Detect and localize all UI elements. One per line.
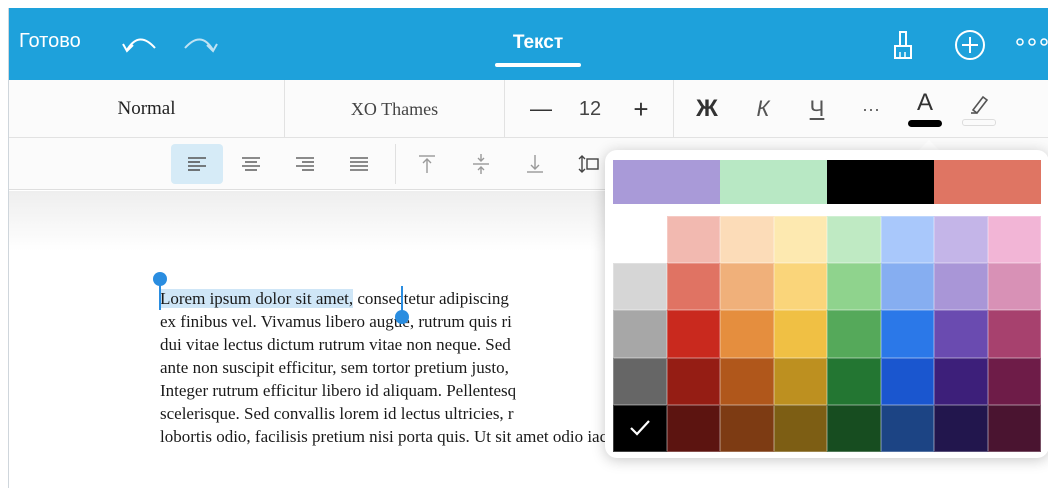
text-line-1: consectetur adipiscing [353,289,509,308]
text-line-2: ex finibus vel. Vivamus libero augue, ru… [160,312,512,331]
color-swatch[interactable] [987,263,1041,311]
tab-underline [495,63,581,67]
color-swatch[interactable] [987,357,1041,405]
font-size-increase-button[interactable]: + [619,80,663,138]
color-swatch[interactable] [720,357,774,405]
color-swatch[interactable] [880,310,934,358]
color-swatch[interactable] [613,216,667,264]
checkmark-icon [614,406,666,451]
color-swatch[interactable] [827,216,881,264]
bold-button[interactable]: Ж [681,80,733,138]
color-swatch[interactable] [934,310,988,358]
font-color-swatch [908,119,942,127]
color-swatch[interactable] [773,404,827,452]
recent-color-swatch[interactable] [720,160,827,204]
text-line-5: Integer rutrum efficitur libero id aliqu… [160,381,517,400]
paragraph-style-select[interactable]: Normal [9,80,285,138]
selection-end-handle[interactable] [395,310,409,324]
color-swatch[interactable] [720,310,774,358]
highlight-swatch [962,118,996,126]
color-swatch[interactable] [773,263,827,311]
font-family-select[interactable]: XO Thames [285,80,505,138]
color-swatch[interactable] [773,216,827,264]
recent-colors-row [613,160,1041,204]
color-swatch[interactable] [720,216,774,264]
color-swatch[interactable] [613,263,667,311]
color-swatch[interactable] [987,404,1041,452]
color-swatch[interactable] [613,404,667,452]
highlighter-icon[interactable] [953,80,1005,138]
app-window: Готово Текст Normal XO Thames — 12 + Ж К… [8,8,1048,488]
format-toolbar-primary: Normal XO Thames — 12 + Ж К Ч ··· A [9,80,1048,138]
color-swatch[interactable] [880,216,934,264]
color-swatch[interactable] [934,404,988,452]
color-swatch[interactable] [773,310,827,358]
italic-button[interactable]: К [737,80,789,138]
brush-icon[interactable] [891,30,915,62]
color-swatch[interactable] [880,357,934,405]
color-swatch[interactable] [613,357,667,405]
color-swatch[interactable] [666,404,720,452]
color-swatch[interactable] [666,310,720,358]
color-swatch[interactable] [827,310,881,358]
color-swatch[interactable] [934,357,988,405]
tab-text[interactable]: Текст [493,32,583,54]
font-size-value[interactable]: 12 [565,80,615,138]
font-color-label: A [916,88,933,116]
color-swatch[interactable] [773,357,827,405]
valign-bottom-icon[interactable] [509,144,561,184]
align-left-icon[interactable] [171,144,223,184]
font-color-popover [605,150,1048,458]
more-formatting-button[interactable]: ··· [845,80,897,138]
valign-top-icon[interactable] [401,144,453,184]
color-swatch[interactable] [934,263,988,311]
align-justify-icon[interactable] [333,144,385,184]
color-swatch[interactable] [934,216,988,264]
font-size-decrease-button[interactable]: — [519,80,563,138]
color-swatch[interactable] [666,357,720,405]
plus-circle-icon[interactable] [953,28,987,62]
text-line-3: dui vitae lectus dictum rutrum vitae non… [160,335,511,354]
underline-button[interactable]: Ч [791,80,843,138]
text-line-6: scelerisque. Sed convallis lorem id lect… [160,404,514,423]
color-grid [613,216,1041,452]
color-swatch[interactable] [666,216,720,264]
recent-color-swatch[interactable] [613,160,720,204]
align-right-icon[interactable] [279,144,331,184]
divider [673,80,674,138]
color-swatch[interactable] [987,310,1041,358]
recent-color-swatch[interactable] [934,160,1041,204]
selection-start-handle[interactable] [153,272,167,286]
color-swatch[interactable] [827,357,881,405]
top-bar: Готово Текст [9,8,1048,80]
undo-icon[interactable] [121,30,161,58]
text-line-4: ante non suscipit efficitur, sem tortor … [160,358,509,377]
color-swatch[interactable] [720,404,774,452]
color-swatch[interactable] [666,263,720,311]
more-dots-icon[interactable] [1015,34,1048,50]
color-swatch[interactable] [880,404,934,452]
color-swatch[interactable] [827,263,881,311]
redo-icon[interactable] [179,30,219,58]
divider [395,144,396,184]
font-color-button[interactable]: A [899,80,951,138]
color-swatch[interactable] [827,404,881,452]
color-swatch[interactable] [880,263,934,311]
selected-text[interactable]: Lorem ipsum dolor sit amet, [160,289,354,308]
color-swatch[interactable] [613,310,667,358]
color-swatch[interactable] [720,263,774,311]
align-center-icon[interactable] [225,144,277,184]
valign-middle-icon[interactable] [455,144,507,184]
color-swatch[interactable] [987,216,1041,264]
recent-color-swatch[interactable] [827,160,934,204]
done-button[interactable]: Готово [19,30,81,53]
